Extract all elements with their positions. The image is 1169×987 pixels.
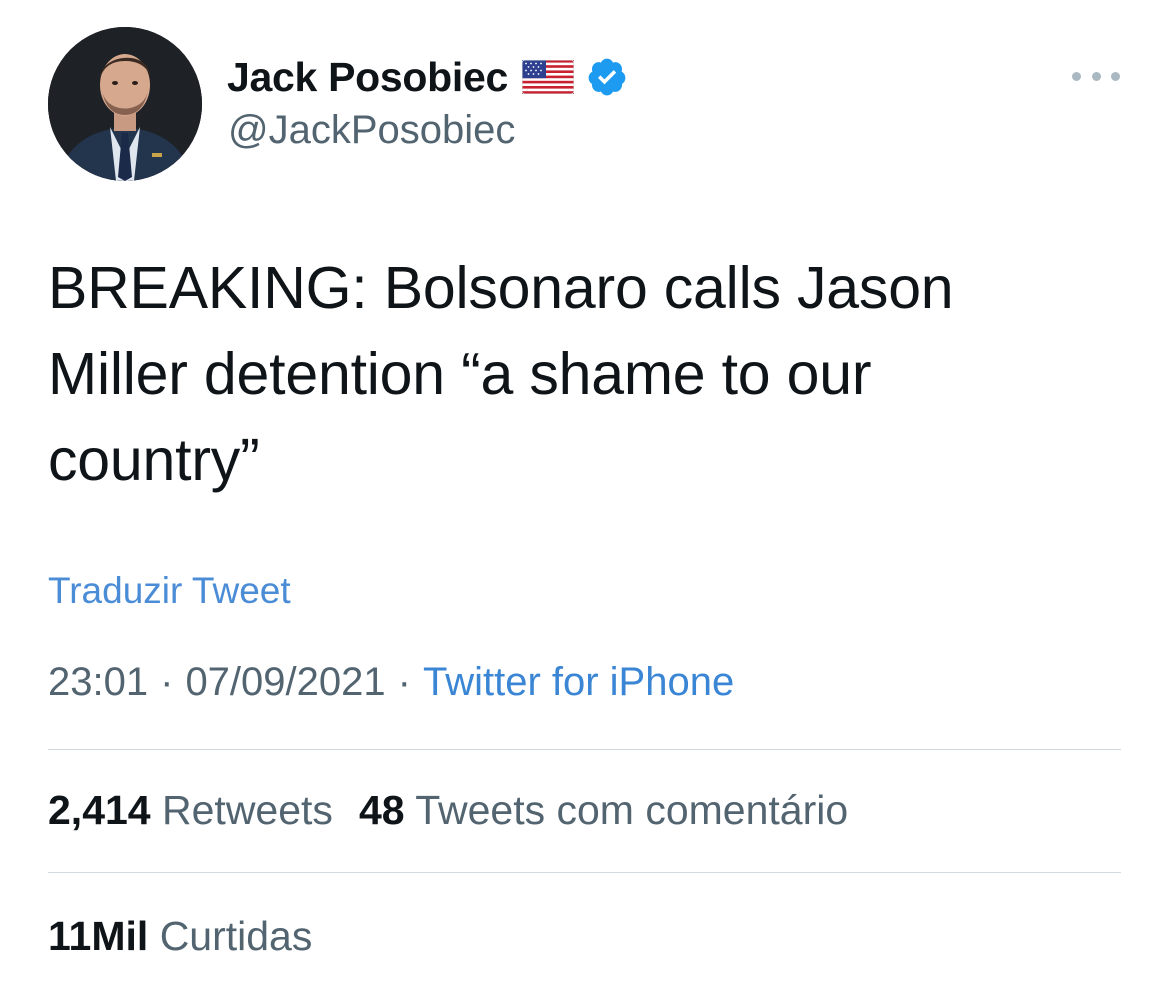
retweets-label: Retweets [162, 787, 333, 833]
translate-tweet-link[interactable]: Traduzir Tweet [48, 570, 291, 612]
more-dots-icon [1072, 71, 1081, 81]
tweet-text: BREAKING: Bolsonaro calls Jason Miller d… [48, 255, 954, 493]
author-handle[interactable]: @JackPosobiec [228, 108, 515, 153]
meta-separator: · [397, 660, 411, 704]
tweet-meta: 23:01 · 07/09/2021 · Twitter for iPhone [48, 660, 734, 705]
avatar[interactable] [48, 27, 202, 181]
likes-count: 11Mil [48, 913, 149, 959]
verified-badge-icon[interactable] [588, 56, 628, 98]
author-display-name[interactable]: Jack Posobiec [227, 54, 508, 101]
meta-separator: · [160, 660, 174, 704]
tweet-date[interactable]: 07/09/2021 [185, 660, 385, 704]
likes-stats-row: 11Mil Curtidas [48, 913, 312, 960]
profile-photo [48, 27, 202, 181]
divider [48, 749, 1121, 750]
likes-label: Curtidas [159, 913, 313, 959]
retweets-count: 2,414 [48, 787, 151, 833]
quote-tweets-label: Tweets com comentário [415, 787, 849, 833]
retweets-stat[interactable]: 2,414 Retweets [48, 787, 333, 833]
more-dots-icon [1091, 71, 1101, 81]
quote-tweets-count: 48 [358, 787, 405, 833]
quote-tweets-stat[interactable]: 48 Tweets com comentário [359, 787, 848, 833]
us-flag-icon [521, 60, 574, 94]
likes-stat[interactable]: 11Mil Curtidas [48, 913, 312, 959]
tweet-source-link[interactable]: Twitter for iPhone [423, 660, 734, 704]
divider [48, 872, 1121, 873]
more-dots-icon [1111, 71, 1120, 81]
engagement-stats-row: 2,414 Retweets 48 Tweets com comentário [48, 787, 848, 834]
tweet-time[interactable]: 23:01 [48, 660, 148, 704]
more-options-button[interactable] [1072, 66, 1120, 86]
author-name-row: Jack Posobiec [227, 50, 628, 104]
